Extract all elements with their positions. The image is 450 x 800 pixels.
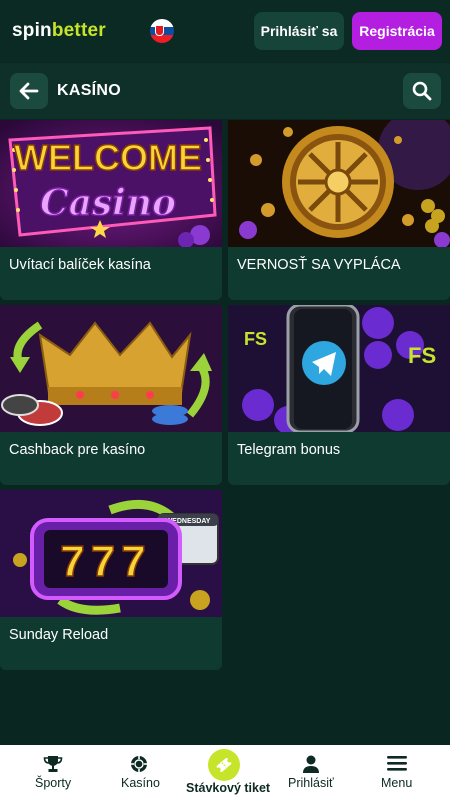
nav-label: Menu [381,776,413,790]
arrow-left-icon [19,82,39,100]
nav-label: Športy [35,776,72,790]
nav-label: Prihlásiť [288,776,334,790]
art-text-welcome: WELCOME [14,137,202,178]
ticket-icon [216,758,232,772]
art-text-casino: Casino [40,182,176,224]
promo-card-telegram[interactable]: FS FS Telegram bonus [228,305,450,485]
promo-image-loyalty [228,120,450,247]
promo-image-sunday-reload: WEDNESDAY 777 [0,490,222,617]
login-button[interactable]: Prihlásiť sa [254,12,344,50]
promo-card-loyalty[interactable]: VERNOSŤ SA VYPLÁCA [228,120,450,300]
promo-label: Sunday Reload [9,627,109,643]
promo-image-cashback [0,305,222,432]
search-icon [412,81,432,101]
nav-item-sports[interactable]: Športy [16,745,90,800]
nav-label: Kasíno [121,776,160,790]
hamburger-menu-icon [387,756,407,771]
promo-image-welcome: WELCOME Casino [0,120,222,247]
art-text-777: 777 [60,537,151,586]
top-header: spinbetter Prihlásiť sa Registrácia [0,0,450,62]
promo-image-telegram: FS FS [228,305,450,432]
logo-text-better: better [51,20,106,41]
slovakia-flag-icon[interactable] [150,19,174,43]
page-title: KASÍNO [57,82,122,99]
back-button[interactable] [10,73,48,109]
art-text-fs-right: FS [408,343,436,368]
section-header: KASÍNO [0,63,450,119]
promo-label: Uvítací balíček kasína [9,257,151,273]
bet-slip-button[interactable] [208,749,240,781]
art-text-fs-left: FS [244,329,267,349]
nav-item-casino[interactable]: Kasíno [103,745,177,800]
user-icon [303,755,319,773]
register-button[interactable]: Registrácia [352,12,442,50]
promo-card-sunday-reload[interactable]: WEDNESDAY 777 Sunday Reload [0,490,222,670]
nav-item-login[interactable]: Prihlásiť [282,745,342,800]
logo-text-spin: spin [12,20,52,41]
search-button[interactable] [403,73,441,109]
promo-card-welcome[interactable]: WELCOME Casino Uvítací balíček kasína [0,120,222,300]
nav-label-bet-slip[interactable]: Stávkový tiket [186,781,270,795]
promo-label: Telegram bonus [237,442,341,458]
promo-label: Cashback pre kasíno [9,442,146,458]
casino-chip-icon [131,756,147,772]
promo-card-cashback[interactable]: Cashback pre kasíno [0,305,222,485]
spinbetter-logo[interactable]: spinbetter [12,20,106,42]
nav-item-menu[interactable]: Menu [370,745,424,800]
trophy-icon [43,756,63,772]
promo-label: VERNOSŤ SA VYPLÁCA [237,257,401,273]
